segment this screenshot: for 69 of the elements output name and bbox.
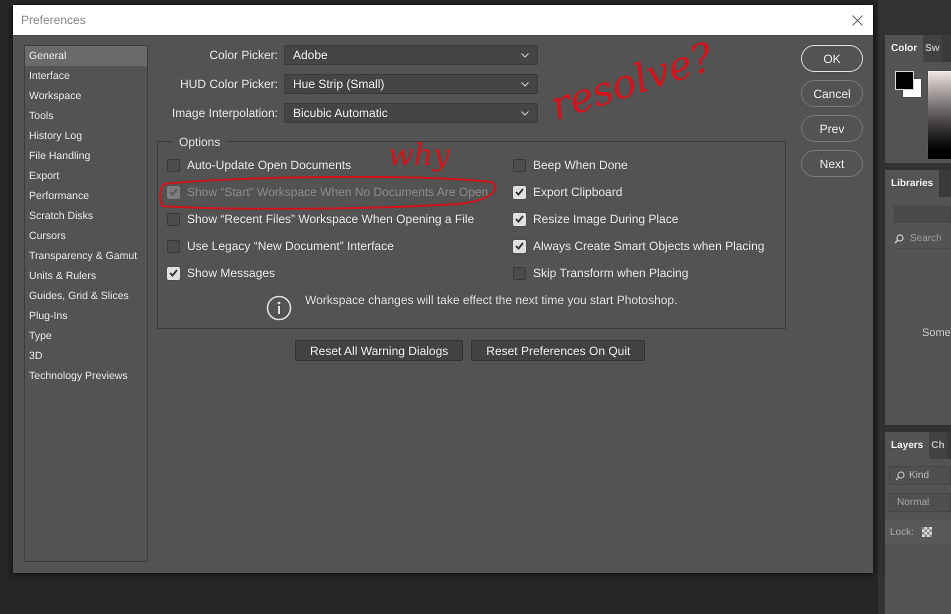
panel-tab[interactable]: Libraries [885, 170, 940, 197]
checkerboard-icon[interactable] [922, 527, 932, 537]
blend-mode-dropdown[interactable]: Normal [889, 493, 951, 512]
dialog-button[interactable]: Next [801, 150, 863, 177]
field-label: Color Picker: [208, 47, 279, 64]
dropdown[interactable]: Hue Strip (Small) [284, 74, 538, 94]
sidebar-item[interactable]: Units & Rulers [25, 266, 147, 286]
chevron-down-icon [521, 52, 529, 58]
sidebar-item[interactable]: Type [25, 326, 147, 346]
info-icon [266, 295, 292, 321]
checkbox[interactable] [167, 240, 180, 252]
checkbox-label: Show Messages [187, 265, 276, 282]
reset-button[interactable]: Reset Preferences On Quit [471, 340, 646, 361]
search-icon [894, 234, 904, 244]
sidebar-item[interactable]: Transparency & Gamut [25, 246, 147, 266]
sidebar-item[interactable]: Scratch Disks [25, 206, 147, 226]
dialog-button[interactable]: Prev [801, 115, 863, 142]
panel-tab[interactable]: Sw [923, 35, 942, 62]
checkbox-label: Use Legacy “New Document” Interface [187, 238, 394, 255]
dropdown[interactable]: Bicubic Automatic [284, 103, 538, 123]
checkbox-label: Skip Transform when Placing [533, 265, 688, 282]
sidebar-item[interactable]: History Log [25, 126, 147, 146]
field-label: Image Interpolation: [170, 105, 279, 122]
checkbox-label: Always Create Smart Objects when Placing [533, 238, 764, 255]
checkbox-label: Auto-Update Open Documents [187, 157, 352, 174]
search-icon [895, 470, 905, 480]
sidebar-item[interactable]: File Handling [25, 146, 147, 166]
checkbox[interactable] [167, 266, 180, 280]
reset-button[interactable]: Reset All Warning Dialogs [295, 340, 464, 361]
sidebar-item[interactable]: Cursors [25, 226, 147, 246]
checkbox[interactable] [513, 158, 526, 172]
lock-label: Lock: [890, 526, 914, 540]
color-field[interactable] [928, 71, 951, 159]
checkbox-label: Beep When Done [533, 157, 628, 174]
checkbox[interactable] [513, 266, 526, 280]
dialog-button[interactable]: OK [801, 45, 863, 72]
sidebar-item[interactable]: Export [25, 166, 147, 186]
library-message: Some [922, 326, 951, 341]
checkbox[interactable] [513, 212, 526, 226]
checkbox-label: Show “Recent Files” Workspace When Opening a File [187, 211, 474, 228]
handwritten-annotation: why [388, 141, 450, 171]
sidebar-item[interactable]: Interface [25, 66, 147, 86]
chevron-down-icon [521, 82, 529, 86]
dropdown[interactable]: Adobe [284, 45, 538, 65]
checkbox[interactable] [513, 240, 526, 252]
checkbox-label: Export Clipboard [533, 184, 622, 201]
window-title: Preferences [21, 12, 86, 29]
sidebar-item[interactable]: Guides, Grid & Slices [25, 286, 147, 306]
field-label: HUD Color Picker: [178, 76, 279, 93]
sidebar-item[interactable]: 3D [25, 346, 147, 366]
checkbox[interactable] [167, 212, 180, 226]
sidebar-item[interactable]: Tools [25, 106, 147, 126]
panel-tab[interactable]: Layers [885, 432, 930, 459]
checkbox-label: Resize Image During Place [533, 211, 678, 228]
panel-tab[interactable]: Ch [929, 432, 947, 459]
checkbox[interactable] [513, 186, 526, 198]
close-icon[interactable] [852, 14, 863, 26]
sidebar-item[interactable]: Performance [25, 186, 147, 206]
panel-tab[interactable]: Color [885, 35, 924, 62]
dialog-button[interactable]: Cancel [801, 80, 863, 107]
filter-field[interactable]: Kind [889, 466, 951, 485]
checkbox-label: Show “Start” Workspace When No Documents Are Open [187, 184, 488, 201]
info-message: Workspace changes will take effect the next time you start Photoshop. [305, 292, 678, 309]
sidebar-item[interactable]: Plug-Ins [25, 306, 147, 326]
sidebar-item[interactable]: Technology Previews [25, 366, 147, 386]
checkbox[interactable] [167, 158, 180, 172]
chevron-down-icon [521, 110, 529, 116]
sidebar-item[interactable]: General [25, 46, 147, 66]
sidebar-item[interactable]: Workspace [25, 86, 147, 106]
